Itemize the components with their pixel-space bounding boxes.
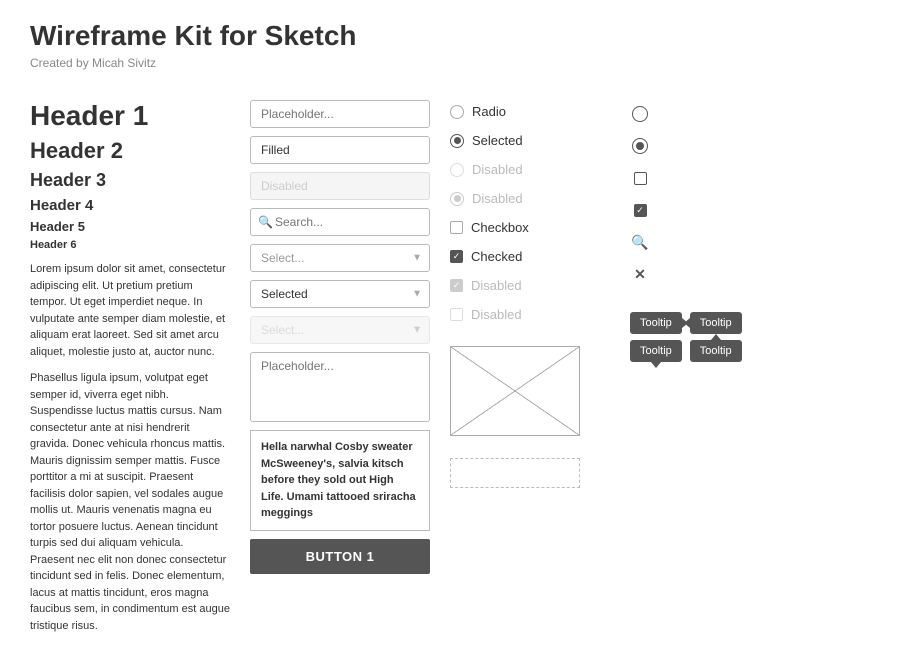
radio-circle-disabled-selected [450,192,464,206]
radio-item-selected: Selected [450,133,610,148]
tooltip-button-1[interactable]: Tooltip [630,312,682,334]
left-column: Header 1 Header 2 Header 3 Header 4 Head… [30,100,230,644]
checkbox-item-disabled1: Disabled [450,278,610,293]
checkbox-empty[interactable] [450,221,463,234]
heading-4: Header 4 [30,197,230,214]
text-block: Hella narwhal Cosby sweater McSweeney's,… [250,430,430,531]
icon-checkbox-checked: ✓ [630,200,650,220]
icons-column: ✓ 🔍 ✕ Tooltip Tooltip Tooltip Tooltip [630,100,710,362]
radio-filled-icon [632,138,648,154]
radio-empty-icon [632,106,648,122]
select-wrapper-placeholder: Select... Option 1 ▼ [250,244,430,272]
radio-item-disabled2: Disabled [450,191,610,206]
radio-item-disabled1: Disabled [450,162,610,177]
primary-button[interactable]: BUTTON 1 [250,539,430,574]
page: Wireframe Kit for Sketch Created by Mica… [0,0,900,664]
checkbox-item-disabled2: Disabled [450,307,610,322]
heading-3: Header 3 [30,170,230,191]
radio-selected-label: Selected [472,133,523,148]
radio-disabled1-label: Disabled [472,162,523,177]
tooltip-button-2[interactable]: Tooltip [690,312,742,334]
placeholder-input[interactable] [250,100,430,128]
search-icon-standalone: 🔍 [630,232,650,252]
checkbox-empty-icon [634,172,647,185]
select-selected[interactable]: Selected Option 1 [250,280,430,308]
disabled-input [250,172,430,200]
search-wrapper: 🔍 [250,208,430,236]
select-wrapper-selected: Selected Option 1 ▼ [250,280,430,308]
checkbox-checked[interactable] [450,250,463,263]
tooltips-section: Tooltip Tooltip Tooltip Tooltip [630,312,742,362]
heading-5: Header 5 [30,219,230,234]
heading-1: Header 1 [30,100,230,132]
textarea-input[interactable] [250,352,430,422]
image-placeholder [450,346,580,436]
heading-6: Header 6 [30,239,230,251]
checkbox-item-checked: Checked [450,249,610,264]
icon-radio-empty [630,104,650,124]
body-text-1: Lorem ipsum dolor sit amet, consectetur … [30,261,230,360]
main-layout: Header 1 Header 2 Header 3 Header 4 Head… [30,100,870,644]
checkbox-disabled2-label: Disabled [471,307,522,322]
middle-column: 🔍 Select... Option 1 ▼ Selected Option 1… [250,100,430,574]
tooltip-button-4[interactable]: Tooltip [690,340,742,362]
heading-2: Header 2 [30,138,230,164]
checkbox-checked-label: Checked [471,249,522,264]
search-icon: 🔍 [258,215,273,229]
checkbox-disabled1-label: Disabled [471,278,522,293]
page-title: Wireframe Kit for Sketch [30,20,870,52]
radio-disabled2-label: Disabled [472,191,523,206]
body-text-2: Phasellus ligula ipsum, volutpat eget se… [30,370,230,634]
checkbox-item: Checkbox [450,220,610,235]
tooltip-row-2: Tooltip Tooltip [630,340,742,362]
checkbox-disabled-empty [450,308,463,321]
select-wrapper-disabled: Select... ▼ [250,316,430,344]
checkbox-disabled-checked [450,279,463,292]
checkbox-checked-icon: ✓ [634,204,647,217]
radio-label: Radio [472,104,506,119]
icon-radio-filled [630,136,650,156]
radio-circle-empty[interactable] [450,105,464,119]
page-subtitle: Created by Micah Sivitz [30,56,870,70]
radio-item: Radio [450,104,610,119]
filled-input[interactable] [250,136,430,164]
select-disabled: Select... [250,316,430,344]
search-input[interactable] [250,208,430,236]
select-placeholder[interactable]: Select... Option 1 [250,244,430,272]
radio-circle-selected[interactable] [450,134,464,148]
tooltip-button-3[interactable]: Tooltip [630,340,682,362]
radio-checkbox-column: Radio Selected Disabled Disabled Checkbo… [450,100,610,488]
close-icon: ✕ [630,264,650,284]
icon-checkbox-empty [630,168,650,188]
radio-circle-disabled [450,163,464,177]
dashed-placeholder [450,458,580,488]
checkbox-label: Checkbox [471,220,529,235]
tooltip-row-1: Tooltip Tooltip [630,312,742,334]
